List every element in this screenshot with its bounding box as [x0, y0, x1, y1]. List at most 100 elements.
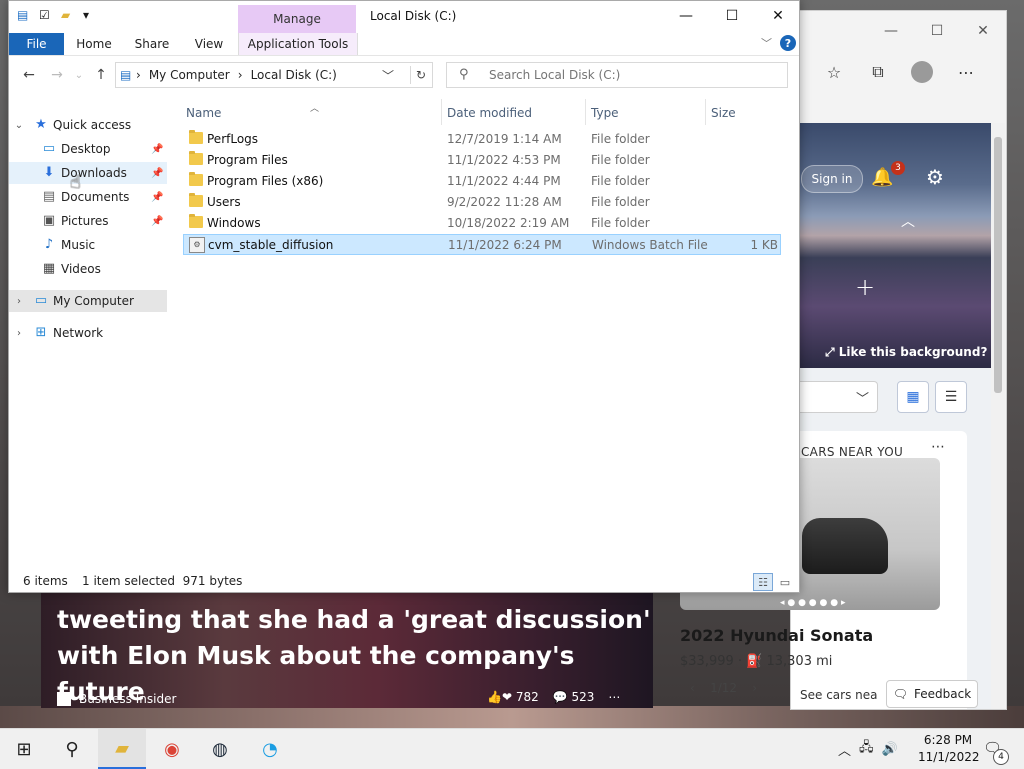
breadcrumb: › My Computer › Local Disk (C:) [136, 68, 337, 82]
manage-context-tab[interactable]: Manage [238, 5, 356, 33]
refresh-icon[interactable]: ↻ [410, 66, 431, 84]
nav-pictures[interactable]: ▣ Pictures 📌 [9, 210, 167, 232]
expand-icon[interactable]: › [13, 328, 25, 339]
edge-maximize-button[interactable]: ☐ [914, 11, 960, 51]
nav-videos[interactable]: ▦ Videos [9, 258, 167, 280]
pin-icon[interactable]: 📌 [151, 144, 163, 155]
address-bar[interactable]: ▤ › My Computer › Local Disk (C:) ﹀ ↻ [115, 62, 433, 88]
pin-icon[interactable]: 📌 [151, 216, 163, 227]
feedback-button[interactable]: 🗨 Feedback [886, 680, 978, 708]
column-divider[interactable] [585, 99, 586, 125]
up-button[interactable]: ↑ [91, 65, 111, 85]
breadcrumb-local-disk[interactable]: Local Disk (C:) [251, 68, 337, 82]
pane-splitter[interactable] [167, 95, 173, 565]
help-icon[interactable]: ? [780, 35, 796, 51]
chevron-up-icon[interactable]: ︿ [901, 211, 915, 231]
edge-close-button[interactable]: ✕ [960, 11, 1006, 51]
file-row[interactable]: Windows 10/18/2022 2:19 AM File folder [183, 213, 781, 234]
file-row-selected[interactable]: ⚙ cvm_stable_diffusion 11/1/2022 6:24 PM… [183, 234, 781, 255]
volume-icon[interactable]: 🔊 [882, 742, 898, 757]
add-tile-icon[interactable]: + [855, 273, 875, 301]
see-cars-link[interactable]: See cars nea [800, 688, 878, 702]
new-folder-icon[interactable]: ▰ [61, 8, 75, 22]
feed-dropdown[interactable]: ﹀ [791, 381, 878, 413]
address-dropdown-icon[interactable]: ﹀ [382, 67, 394, 84]
column-divider[interactable] [441, 99, 442, 125]
tab-view[interactable]: View [189, 33, 229, 55]
maximize-button[interactable]: ☐ [709, 1, 755, 31]
nav-documents[interactable]: ▤ Documents 📌 [9, 186, 167, 208]
comments-button[interactable]: 💬 523 [553, 690, 595, 704]
file-row[interactable]: PerfLogs 12/7/2019 1:14 AM File folder [183, 129, 781, 150]
search-taskbar-icon[interactable]: ⚲ [48, 729, 96, 769]
breadcrumb-separator-icon[interactable]: › [238, 68, 243, 82]
tab-share[interactable]: Share [131, 33, 173, 55]
explorer-app-icon[interactable]: ▤ [17, 8, 31, 22]
breadcrumb-separator-icon[interactable]: › [136, 68, 141, 82]
column-date-modified[interactable]: Date modified [447, 103, 532, 123]
titlebar[interactable]: ▤ ☑ ▰ ▾ Manage Local Disk (C:) — ☐ ✕ [9, 1, 799, 33]
file-explorer-window[interactable]: ▤ ☑ ▰ ▾ Manage Local Disk (C:) — ☐ ✕ Fil… [8, 0, 800, 593]
file-date: 11/1/2022 4:44 PM [447, 174, 561, 188]
minimize-button[interactable]: — [663, 1, 709, 31]
tab-home[interactable]: Home [71, 33, 117, 55]
nav-desktop[interactable]: ▭ Desktop 📌 [9, 138, 167, 160]
pin-icon[interactable]: 📌 [151, 192, 163, 203]
search-box[interactable]: ⚲ [446, 62, 788, 88]
scrollbar-thumb[interactable] [994, 137, 1002, 393]
details-view-button[interactable]: ☷ [753, 573, 773, 591]
column-size[interactable]: Size [711, 103, 736, 123]
edge-minimize-button[interactable]: — [868, 11, 914, 51]
recent-locations-icon[interactable]: ⌄ [69, 65, 89, 85]
chrome-taskbar-icon[interactable]: ◉ [148, 729, 196, 769]
action-center-icon[interactable]: 🗨 4 [983, 739, 1009, 765]
column-divider[interactable] [705, 99, 706, 125]
nav-quick-access[interactable]: ⌄ ★ Quick access [9, 114, 167, 136]
favorites-icon[interactable]: ☆ [821, 59, 847, 85]
collections-icon[interactable]: ⧉ [865, 59, 891, 85]
edge-scrollbar[interactable] [991, 123, 1005, 709]
file-row[interactable]: Program Files 11/1/2022 4:53 PM File fol… [183, 150, 781, 171]
grid-view-button[interactable]: ▦ [897, 381, 929, 413]
edge-taskbar-icon[interactable]: ◔ [246, 729, 294, 769]
tray-chevron-icon[interactable]: ︿ [838, 740, 851, 759]
like-background-link[interactable]: ⤢ Like this background? [825, 345, 987, 360]
file-row[interactable]: Program Files (x86) 11/1/2022 4:44 PM Fi… [183, 171, 781, 192]
tab-application-tools[interactable]: Application Tools [238, 33, 358, 55]
column-type[interactable]: Type [591, 103, 619, 123]
nav-music[interactable]: ♪ Music [9, 234, 167, 256]
tab-file[interactable]: File [9, 33, 64, 55]
profile-button[interactable] [909, 59, 935, 85]
signin-button[interactable]: Sign in [801, 165, 863, 193]
back-button[interactable]: ← [19, 65, 39, 85]
gear-icon[interactable]: ⚙ [926, 165, 944, 189]
collapse-icon[interactable]: ⌄ [13, 120, 25, 131]
reactions-button[interactable]: 👍❤ 782 [487, 690, 539, 704]
steam-taskbar-icon[interactable]: ◍ [196, 729, 244, 769]
qat-dropdown-icon[interactable]: ▾ [83, 8, 97, 22]
file-row[interactable]: Users 9/2/2022 11:28 AM File folder [183, 192, 781, 213]
list-view-button[interactable]: ☰ [935, 381, 967, 413]
more-icon[interactable]: ⋯ [953, 59, 979, 85]
start-button[interactable]: ⊞ [0, 729, 48, 769]
forward-button[interactable]: → [47, 65, 67, 85]
file-explorer-taskbar-icon[interactable]: ▰ [98, 729, 146, 769]
nav-my-computer[interactable]: › ▭ My Computer [9, 290, 167, 312]
column-name[interactable]: Name ︿ [186, 103, 319, 123]
news-more-icon[interactable]: ⋯ [608, 690, 620, 704]
bell-icon[interactable]: 🔔 [871, 167, 893, 188]
properties-icon[interactable]: ☑ [39, 8, 53, 22]
car-pager[interactable]: ‹ 1/12 › [690, 681, 757, 695]
network-tray-icon[interactable]: 🖧 [859, 738, 874, 760]
close-button[interactable]: ✕ [755, 1, 801, 31]
nav-downloads[interactable]: ⬇ Downloads 📌 [9, 162, 167, 184]
pin-icon[interactable]: 📌 [151, 168, 163, 179]
search-input[interactable] [487, 67, 781, 83]
clock[interactable]: 6:28 PM 11/1/2022 [918, 732, 980, 766]
expand-icon[interactable]: › [13, 296, 25, 307]
nav-network[interactable]: › ⊞ Network [9, 322, 167, 344]
large-icons-view-button[interactable]: ▭ [775, 573, 795, 591]
breadcrumb-my-computer[interactable]: My Computer [149, 68, 230, 82]
expand-ribbon-icon[interactable]: ﹀ [761, 35, 772, 51]
car-name[interactable]: 2022 Hyundai Sonata [680, 626, 873, 645]
